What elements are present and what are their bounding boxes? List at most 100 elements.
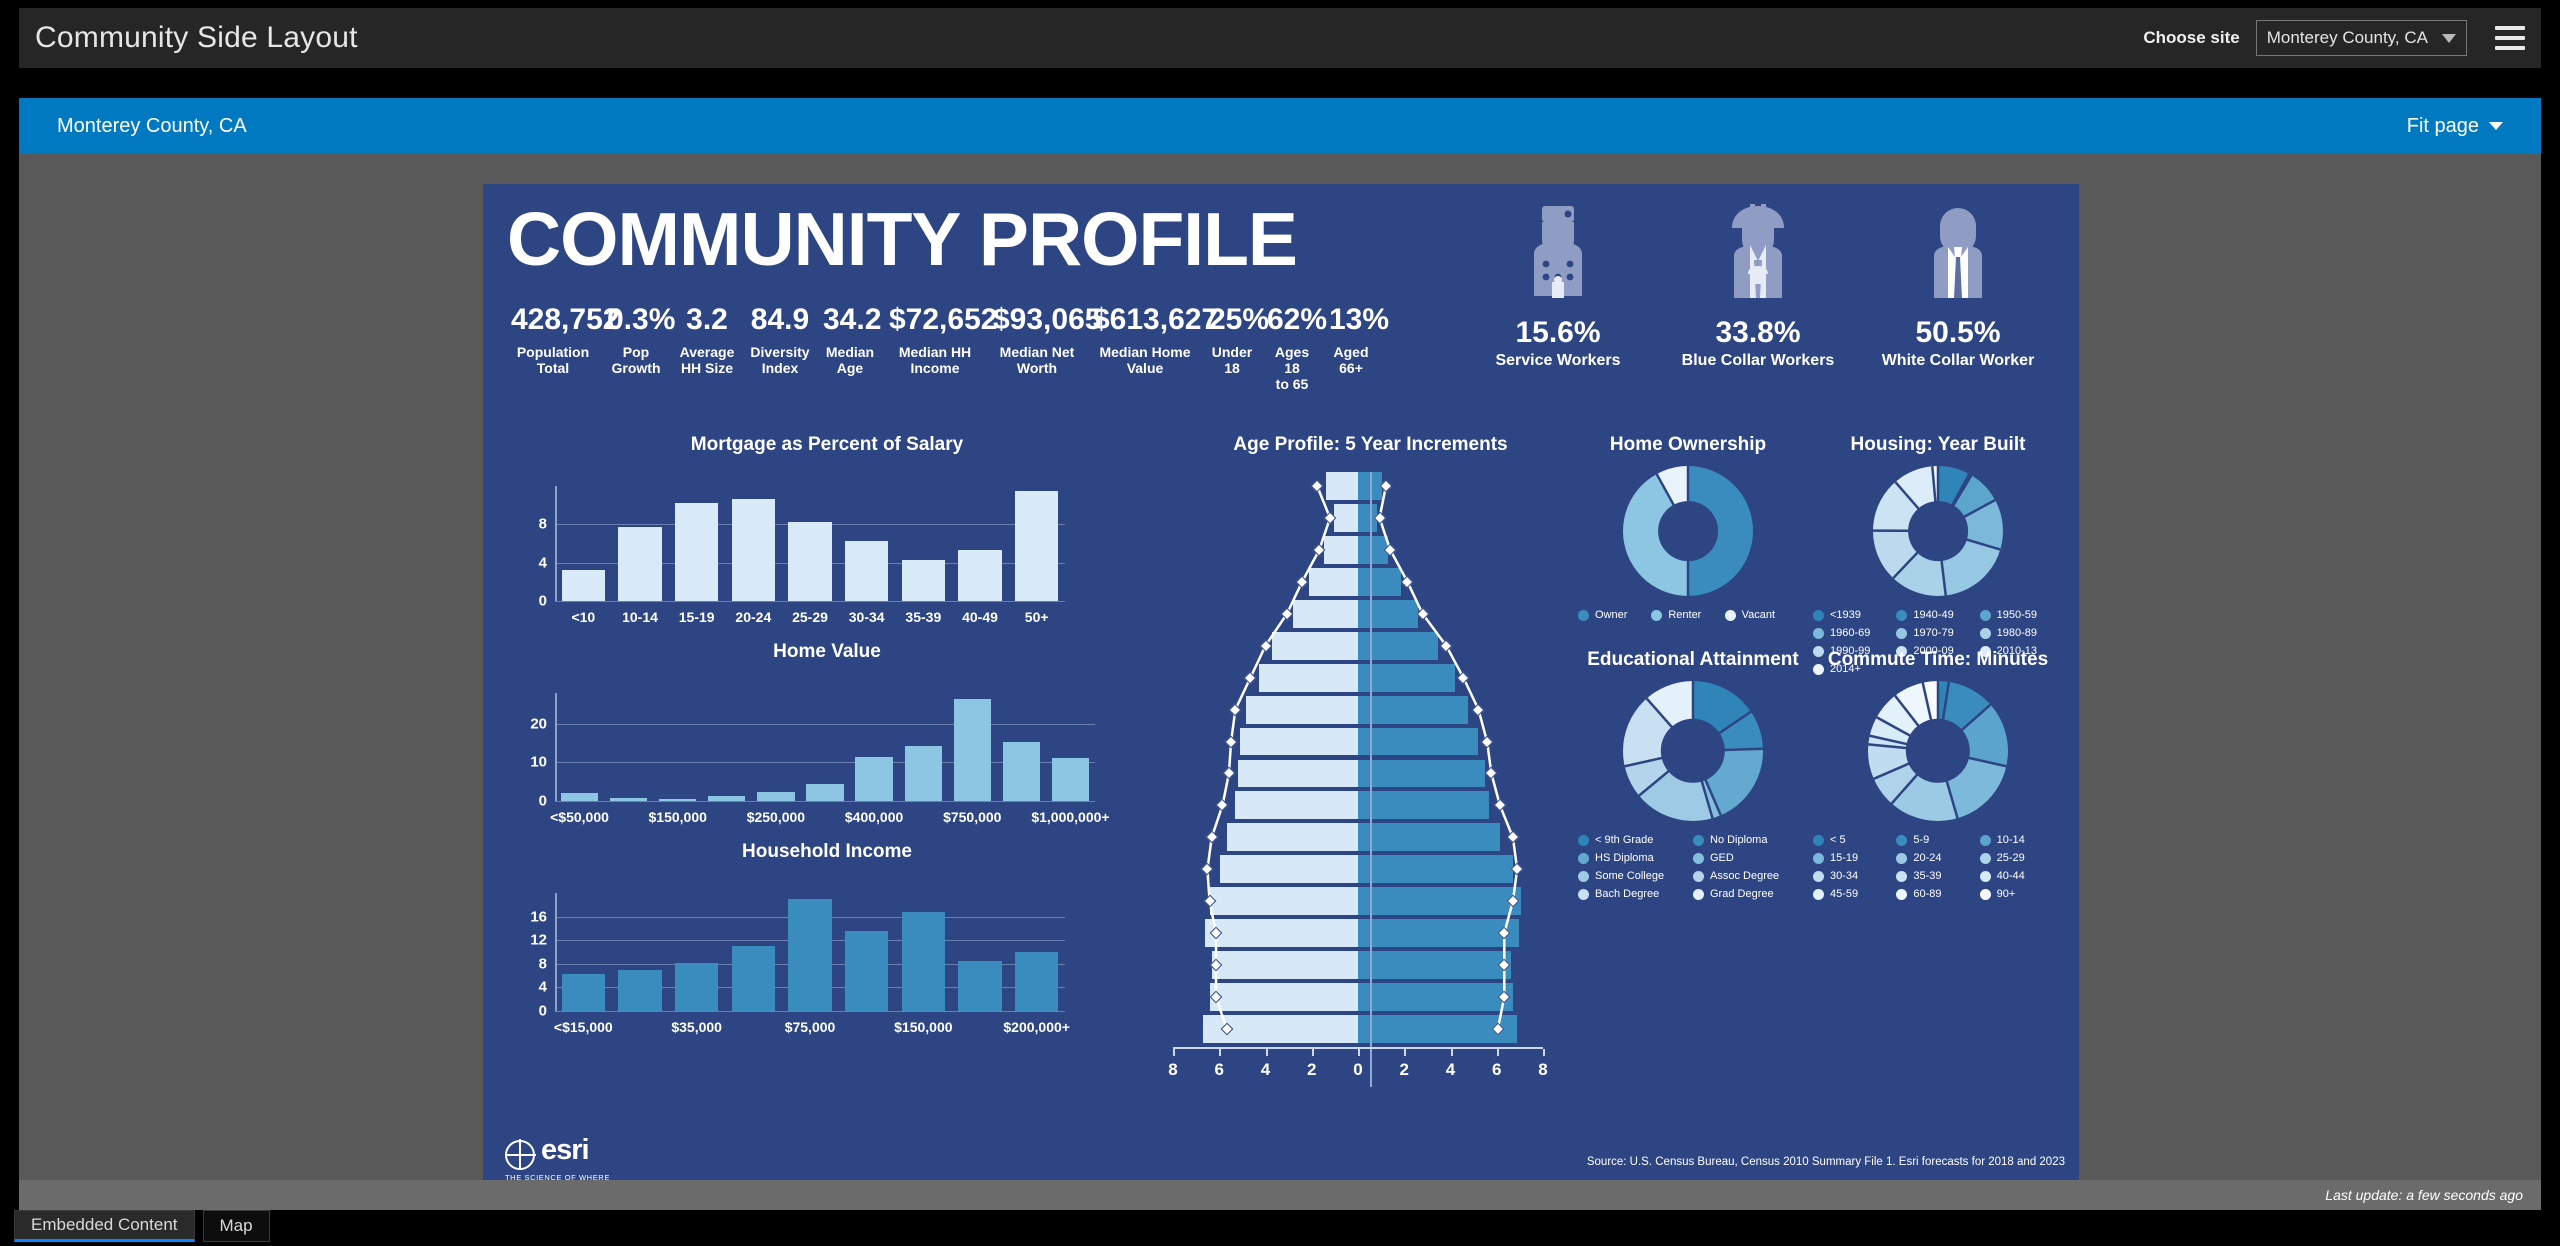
y-axis-tick: 12 [530,931,547,949]
stat-value: 25% [1209,303,1270,336]
population-pyramid-plot: 8 6 4 2 0 2 4 6 8 [1168,472,1568,1087]
legend-item: 30-34 [1813,870,1896,882]
fit-page-dropdown[interactable]: Fit page [2407,115,2503,138]
legend-swatch [1896,834,1908,846]
legend-swatch [1651,609,1663,621]
status-bar: Last update: a few seconds ago [19,1180,2541,1210]
legend-swatch [1813,870,1824,882]
legend-label: Bach Degree [1595,888,1660,900]
bar [806,784,844,801]
stat-label: Population Total [516,343,590,376]
legend-label: < 5 [1830,834,1846,846]
bar [904,746,942,801]
legend-item: 5-9 [1896,834,1979,846]
y-axis-tick: 4 [538,978,547,996]
legend-item: <1939 [1813,609,1896,621]
taskbar-tab[interactable]: Map [202,1210,270,1242]
legend-item: HS Diploma [1578,852,1693,864]
legend-item: 20-24 [1896,852,1979,864]
legend-item: 1970-79 [1896,627,1979,639]
legend-label: Grad Degree [1710,888,1774,900]
taskbar: Embedded Content Map [0,1210,2560,1246]
x-axis-label: <$15,000 [553,1019,613,1035]
chart-housing-year-built: Housing: Year Built <1939 1940-49 1950-59 1… [1813,434,2063,678]
y-axis-tick: 0 [538,792,547,810]
esri-logo: esri THE SCIENCE OF WHERE [505,1136,645,1182]
legend-label: GED [1710,852,1734,864]
donut-hole [1658,501,1718,561]
legend-label: 90+ [1996,888,2016,900]
y-axis-tick: 16 [530,908,547,926]
legend-label: Vacant [1741,609,1776,621]
stat-label: Median Age [825,343,875,376]
stat-value: 84.9 [750,303,810,336]
bar [1051,757,1090,801]
x-axis-tick-label: 0 [1353,1060,1363,1079]
x-axis-tick-label: 6 [1492,1060,1502,1079]
axis-tick [1219,1049,1222,1056]
gridline [555,601,1065,602]
chart-household-income: Household Income 0 4 8 12 16 <$15,000 $35,000 $… [497,841,1157,1045]
worker-stat: 15.6% Service Workers [1458,200,1658,370]
chart-home-ownership: Home Ownership Owner Renter Vacant [1578,434,1798,624]
stat-label: Aged 66+ [1333,343,1369,376]
y-axis-tick: 4 [538,554,547,572]
chart-legend: Owner Renter Vacant [1578,606,1798,624]
legend-item: Vacant [1724,609,1798,621]
bar [618,969,662,1011]
bar [731,499,775,601]
legend-item: < 5 [1813,834,1896,846]
legend-label: Renter [1668,609,1702,621]
chart-mortgage-percent-of-salary: Mortgage as Percent of Salary 0 4 8 <10 10-1… [497,434,1157,635]
chart-legend: < 9th Grade No Diploma HS Diploma GED Some C… [1578,831,1808,903]
legend-swatch [1979,888,1991,900]
choose-site-label: Choose site [2143,28,2240,47]
bar [958,550,1002,601]
bar [675,962,719,1011]
community-profile-infographic: COMMUNITY PROFILE 428,752 Population Tota… [483,184,2079,1184]
legend-swatch [1813,609,1824,621]
legend-swatch [1813,627,1824,639]
x-axis-tick-label: 8 [1538,1060,1548,1079]
x-axis-tick-label: 2 [1399,1060,1409,1079]
chevron-down-icon [2489,122,2503,130]
legend-item: GED [1693,852,1808,864]
site-select[interactable]: Monterey County, CA [2255,20,2467,56]
comparison-line [1206,485,1519,1030]
stat-label: Pop Growth [611,343,661,376]
stat-item: $613,627 Median Home Value [1087,304,1218,376]
legend-item: Renter [1651,609,1724,621]
x-axis-tick-label: 8 [1168,1060,1178,1079]
last-update-label: Last update: a few seconds ago [2325,1187,2523,1203]
worker-label: Service Workers [1495,352,1621,369]
legend-item: < 9th Grade [1578,834,1693,846]
y-axis [555,893,557,1011]
worker-label: Blue Collar Workers [1681,352,1835,369]
donut-plot [1578,466,1798,596]
hamburger-menu-icon[interactable] [2495,26,2525,50]
stat-label: Under 18 [1211,343,1253,376]
legend-swatch [1979,609,1991,621]
chart-title: Home Ownership [1609,434,1767,455]
white-collar-worker-icon [1858,200,2058,312]
stat-value: $93,065 [993,303,1102,336]
chart-home-value: Home Value 0 10 20 <$50,000 $150,000 $250,000… [497,641,1157,835]
bar [1015,952,1059,1011]
legend-swatch [1979,852,1991,864]
legend-label: 1940-49 [1913,609,1954,621]
legend-item: 1940-49 [1896,609,1979,621]
stat-item: $72,652 Median HH Income [883,303,998,376]
x-axis-label: $35,000 [671,1019,722,1035]
legend-item: Some College [1578,870,1693,882]
gridline [555,723,1095,725]
donut-hole [1908,501,1968,561]
legend-label: 1950-59 [1996,609,2038,621]
chart-title: Mortgage as Percent of Salary [690,434,964,455]
stat-value: $72,652 [889,303,998,336]
x-axis-label: 40-49 [962,609,998,625]
chevron-down-icon [2442,34,2456,43]
x-axis-label: 25-29 [792,609,828,625]
x-axis-tick-label: 2 [1307,1060,1317,1079]
legend-label: 25-29 [1996,852,2025,864]
taskbar-tab[interactable]: Embedded Content [14,1210,195,1242]
